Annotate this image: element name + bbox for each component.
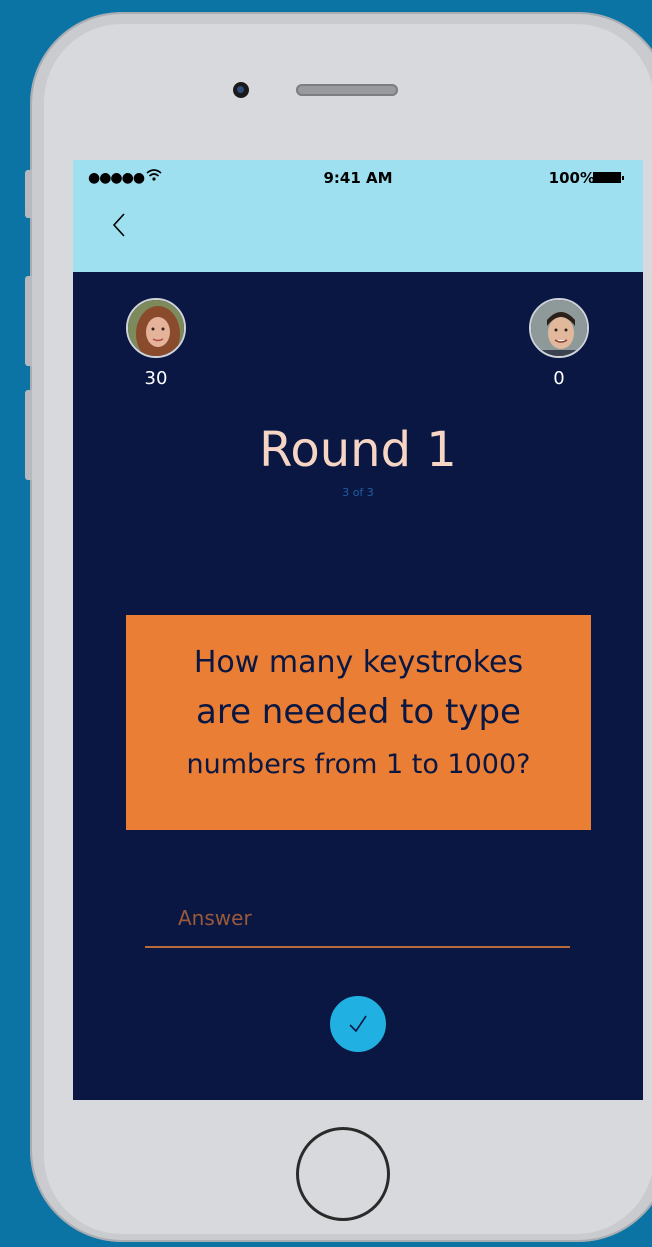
header-bar: ●●●●● 9:41 AM 100% xyxy=(73,160,643,272)
round-title: Round 1 xyxy=(259,422,457,478)
question-line-2: are needed to type xyxy=(196,692,521,732)
answer-input[interactable] xyxy=(145,890,570,948)
app-screen: ●●●●● 9:41 AM 100% 30 0 Round 1 3 of 3 H… xyxy=(73,160,643,1100)
volume-up-button xyxy=(25,276,32,366)
round-progress: 3 of 3 xyxy=(342,486,374,499)
battery-percent: 100% xyxy=(548,169,595,187)
back-button[interactable] xyxy=(111,212,127,238)
player-two-avatar xyxy=(529,298,589,358)
question-card: How many keystrokes are needed to type n… xyxy=(126,615,591,830)
submit-button[interactable] xyxy=(329,995,387,1053)
player-one-score: 30 xyxy=(144,368,168,389)
player-two-score: 0 xyxy=(553,368,565,389)
player-one-avatar xyxy=(126,298,186,358)
earpiece-speaker xyxy=(296,84,398,96)
question-line-1: How many keystrokes xyxy=(193,645,524,680)
home-button[interactable] xyxy=(296,1127,390,1221)
battery-icon xyxy=(593,172,624,183)
checkmark-icon xyxy=(349,1015,367,1033)
mute-switch xyxy=(25,170,32,218)
front-camera xyxy=(233,82,249,98)
chevron-left-icon xyxy=(112,213,125,237)
volume-down-button xyxy=(25,390,32,480)
question-line-3: numbers from 1 to 1000? xyxy=(186,749,531,780)
